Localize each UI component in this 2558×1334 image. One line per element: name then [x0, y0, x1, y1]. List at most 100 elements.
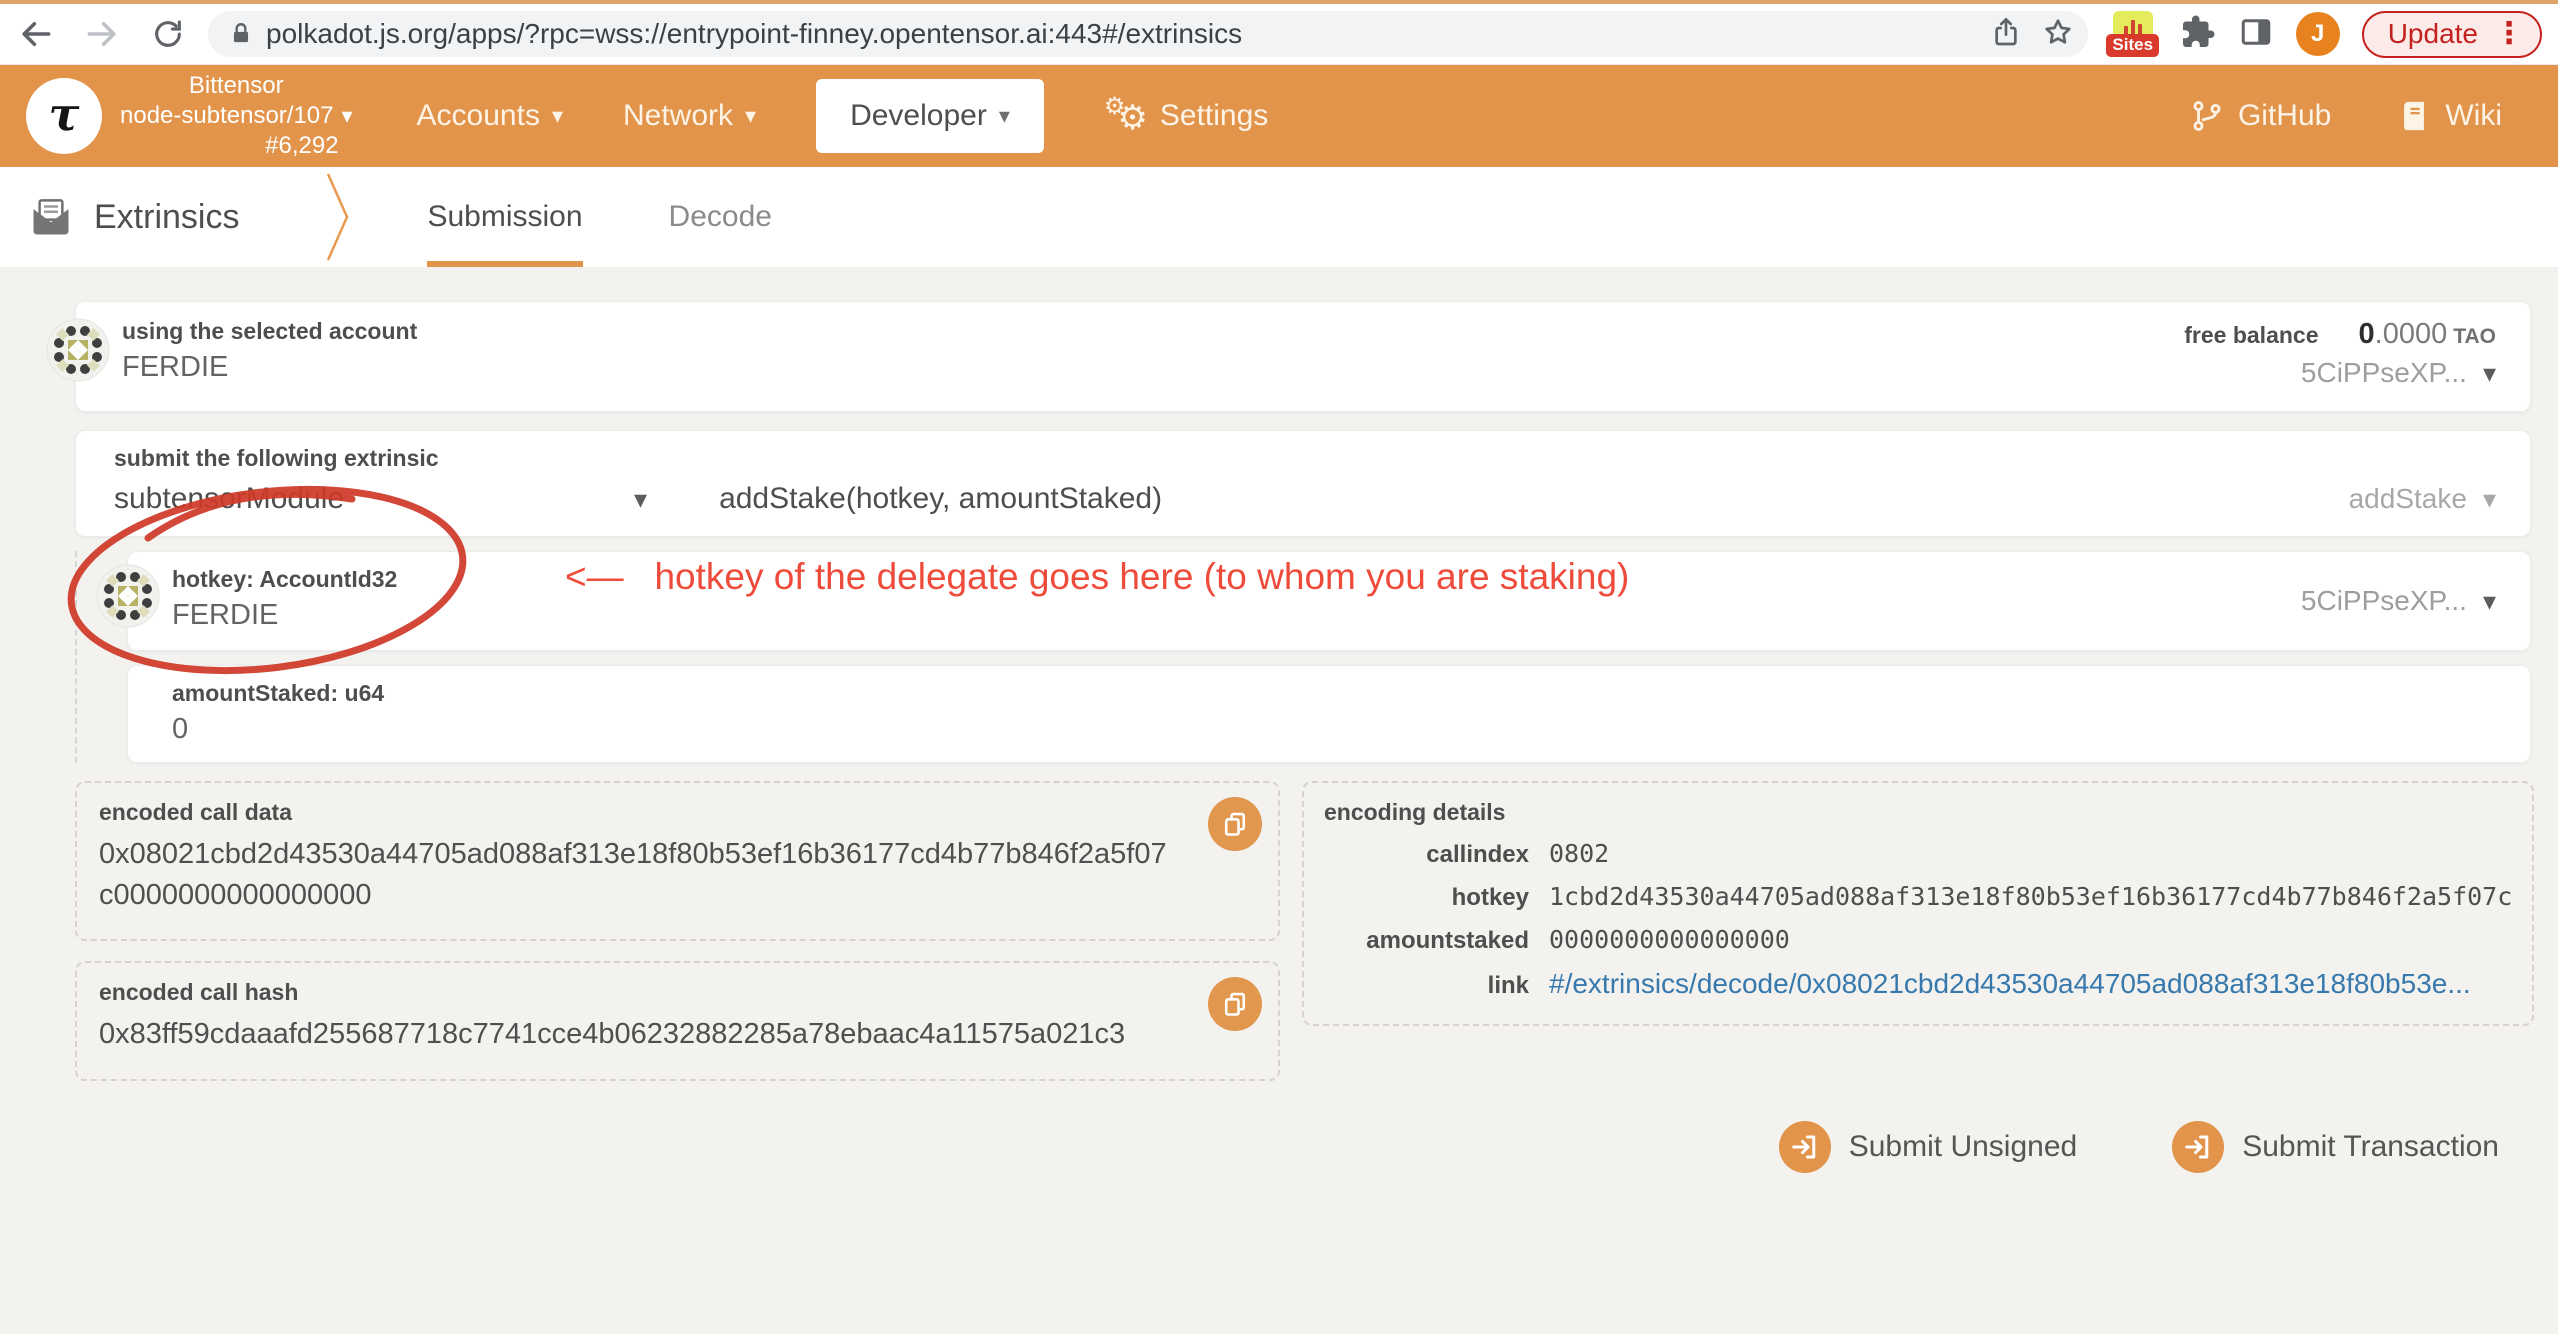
extensions-puzzle-icon[interactable] [2180, 14, 2216, 55]
encoded-call-data-card: encoded call data 0x08021cbd2d43530a4470… [75, 781, 1280, 941]
account-name: FERDIE [122, 351, 417, 384]
block-number: #6,292 [265, 131, 338, 161]
bookmark-star-icon[interactable] [2042, 16, 2074, 53]
github-link[interactable]: GitHub [2190, 99, 2331, 133]
bittensor-logo[interactable]: τ [26, 78, 102, 154]
menu-developer[interactable]: Developer ▾ [816, 79, 1044, 153]
tau-glyph: τ [49, 87, 80, 141]
detail-row-amountstaked: amountstaked 0000000000000000 [1324, 925, 2512, 955]
hotkey-param-value: FERDIE [172, 599, 2496, 632]
detail-row-callindex: callindex 0802 [1324, 839, 2512, 869]
section-divider [325, 167, 351, 267]
account-identicon[interactable] [46, 318, 110, 382]
encoded-call-data-label: encoded call data [99, 799, 1168, 826]
address-bar[interactable]: polkadot.js.org/apps/?rpc=wss://entrypoi… [208, 11, 2088, 57]
amount-param-label: amountStaked: u64 [172, 680, 2496, 707]
reload-button[interactable] [146, 12, 190, 56]
browser-menu-icon[interactable]: ⋮ [2488, 19, 2530, 49]
chevron-down-icon[interactable]: ▾ [634, 484, 647, 515]
share-icon[interactable] [1990, 16, 2022, 53]
back-button[interactable] [14, 12, 58, 56]
menu-network[interactable]: Network ▾ [623, 99, 756, 133]
hotkey-hex-value: 1cbd2d43530a44705ad088af313e18f80b53ef16… [1549, 882, 2512, 911]
sites-extension-icon[interactable]: Sites [2108, 11, 2158, 57]
submit-unsigned-button[interactable]: Submit Unsigned [1779, 1121, 2077, 1173]
reload-icon [151, 17, 185, 51]
amountstaked-hex-label: amountstaked [1324, 927, 1529, 955]
book-icon [2397, 99, 2431, 133]
menu-developer-label: Developer [850, 99, 987, 133]
extrinsic-select-card: submit the following extrinsic subtensor… [75, 430, 2531, 537]
detail-row-hotkey: hotkey 1cbd2d43530a44705ad088af313e18f80… [1324, 882, 2512, 912]
copy-icon [1221, 990, 1249, 1018]
hotkey-param-card[interactable]: hotkey: AccountId32 FERDIE 5CiPPseXP... … [127, 551, 2531, 651]
chevron-down-icon: ▾ [745, 103, 756, 129]
avatar-initial: J [2311, 20, 2324, 48]
submit-transaction-label: Submit Transaction [2242, 1130, 2499, 1164]
decode-link[interactable]: #/extrinsics/decode/0x08021cbd2d43530a44… [1549, 968, 2471, 1000]
chain-selector[interactable]: Bittensor node-subtensor/107 ▾ #6,292 [120, 71, 353, 161]
encoded-call-data-value: 0x08021cbd2d43530a44705ad088af313e18f80b… [99, 834, 1168, 915]
chevron-down-icon: ▾ [2483, 358, 2496, 389]
browser-toolbar: polkadot.js.org/apps/?rpc=wss://entrypoi… [0, 4, 2558, 65]
module-select[interactable]: subtensorModule [114, 482, 634, 516]
hotkey-account-dropdown[interactable]: 5CiPPseXP... ▾ [2301, 585, 2496, 617]
gear-icon: ⚙⚙ [1104, 96, 1148, 136]
back-arrow-icon [17, 15, 55, 53]
chevron-down-icon: ▾ [552, 103, 563, 129]
sign-in-icon [1779, 1121, 1831, 1173]
forward-arrow-icon [83, 15, 121, 53]
forward-button[interactable] [80, 12, 124, 56]
call-select[interactable]: addStake ▾ [2349, 483, 2496, 515]
hotkey-address-short: 5CiPPseXP... [2301, 585, 2467, 617]
callindex-value: 0802 [1549, 839, 1609, 868]
menu-network-label: Network [623, 99, 733, 133]
sign-in-icon [2172, 1121, 2224, 1173]
hotkey-identicon[interactable] [96, 564, 160, 628]
github-label: GitHub [2238, 99, 2331, 133]
account-select-card[interactable]: using the selected account FERDIE free b… [75, 301, 2531, 412]
amount-param-card[interactable]: amountStaked: u64 0 [127, 665, 2531, 763]
envelope-icon [30, 196, 72, 238]
browser-window: polkadot.js.org/apps/?rpc=wss://entrypoi… [0, 0, 2558, 1334]
amount-param-input[interactable]: 0 [172, 713, 2496, 746]
wiki-link[interactable]: Wiki [2397, 99, 2502, 133]
sidebar-toggle-icon[interactable] [2238, 14, 2274, 55]
call-signature: addStake(hotkey, amountStaked) [719, 482, 1162, 516]
update-button[interactable]: Update ⋮ [2362, 11, 2542, 58]
lock-icon [228, 21, 254, 47]
account-address-short: 5CiPPseXP... [2301, 357, 2467, 389]
account-dropdown[interactable]: 5CiPPseXP... ▾ [2301, 357, 2496, 389]
encoding-details-card: encoding details callindex 0802 hotkey 1… [1302, 781, 2534, 1026]
callindex-label: callindex [1324, 841, 1529, 869]
extrinsics-page: using the selected account FERDIE free b… [0, 267, 2558, 1173]
menu-settings[interactable]: ⚙⚙ Settings [1104, 96, 1268, 136]
menu-accounts[interactable]: Accounts ▾ [417, 99, 563, 133]
copy-call-hash-button[interactable] [1208, 977, 1262, 1031]
encoded-call-hash-card: encoded call hash 0x83ff59cdaaafd2556877… [75, 961, 1280, 1081]
profile-avatar[interactable]: J [2296, 12, 2340, 56]
submit-unsigned-label: Submit Unsigned [1849, 1130, 2077, 1164]
submit-actions: Submit Unsigned Submit Transaction [75, 1121, 2531, 1173]
page-tab-bar: Extrinsics Submission Decode [0, 167, 2558, 267]
extrinsic-select-label: submit the following extrinsic [114, 445, 2496, 472]
free-balance-label: free balance [2184, 322, 2318, 349]
free-balance-value: 0.0000TAO [2359, 318, 2497, 351]
submit-transaction-button[interactable]: Submit Transaction [2172, 1121, 2499, 1173]
tab-submission[interactable]: Submission [427, 167, 582, 267]
app-header: τ Bittensor node-subtensor/107 ▾ #6,292 … [0, 65, 2558, 167]
copy-call-data-button[interactable] [1208, 797, 1262, 851]
url-text: polkadot.js.org/apps/?rpc=wss://entrypoi… [266, 18, 1978, 50]
chevron-down-icon: ▾ [342, 102, 353, 130]
copy-icon [1221, 810, 1249, 838]
tab-decode[interactable]: Decode [669, 167, 772, 267]
chevron-down-icon: ▾ [2483, 586, 2496, 617]
encoding-details-title: encoding details [1324, 799, 2512, 826]
node-version: node-subtensor/107 [120, 101, 334, 131]
decode-link-label: link [1324, 972, 1529, 1000]
sites-badge: Sites [2106, 34, 2159, 57]
hotkey-hex-label: hotkey [1324, 884, 1529, 912]
call-name: addStake [2349, 483, 2467, 515]
tab-submission-label: Submission [427, 200, 582, 234]
wiki-label: Wiki [2445, 99, 2502, 133]
